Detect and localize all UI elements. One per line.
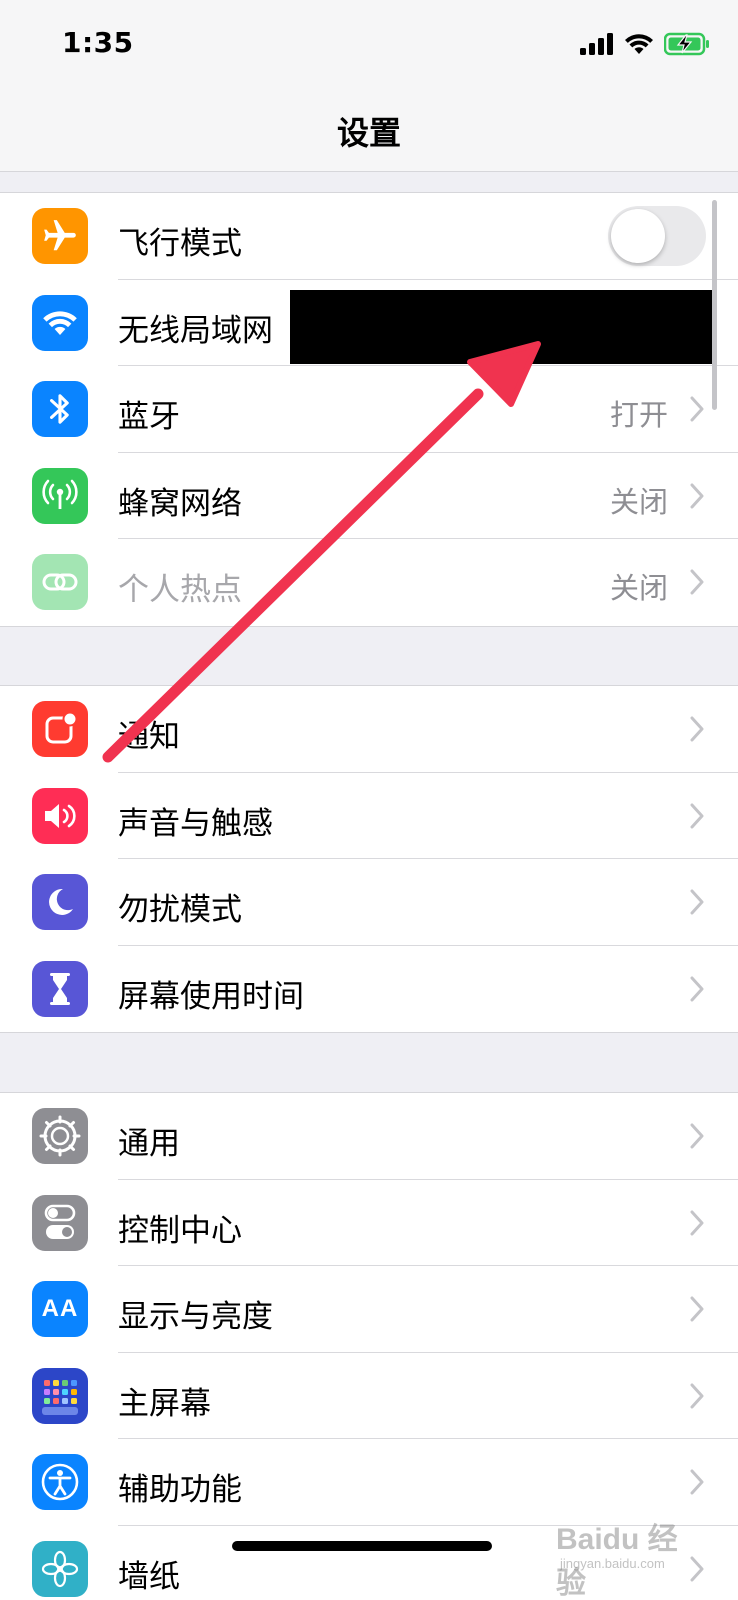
row-bluetooth[interactable]: 蓝牙 打开: [0, 366, 738, 453]
redaction-box: [290, 290, 714, 364]
row-label: 蓝牙: [118, 399, 180, 435]
toggle-knob: [611, 209, 665, 263]
row-label: 控制中心: [118, 1212, 242, 1249]
row-label: 声音与触感: [118, 805, 273, 842]
wifi-status-icon: [625, 34, 653, 54]
home-indicator: [232, 1541, 492, 1551]
row-value: 关闭: [609, 484, 668, 519]
hotspot-icon: [32, 554, 88, 610]
row-label: 飞行模式: [118, 226, 242, 262]
chevron-right-icon: [690, 716, 704, 742]
row-label: 无线局域网: [118, 312, 273, 349]
airplane-icon: [32, 208, 88, 264]
chevron-right-icon: [690, 889, 704, 915]
row-label: 屏幕使用时间: [118, 978, 304, 1015]
chevron-right-icon: [690, 803, 704, 828]
chevron-right-icon: [690, 1123, 704, 1149]
wallpaper-icon: [32, 1540, 88, 1597]
home-screen-icon: [32, 1367, 88, 1424]
row-screen-time[interactable]: 屏幕使用时间: [0, 946, 738, 1033]
airplane-mode-toggle[interactable]: [608, 206, 706, 266]
row-label: 通知: [118, 719, 180, 755]
status-icons: [580, 32, 710, 56]
row-label: 勿扰模式: [118, 892, 242, 928]
row-value: 关闭: [609, 571, 668, 605]
row-sounds-haptics[interactable]: 声音与触感: [0, 773, 738, 859]
watermark: Baidu 经验 jingyan.baidu.com: [556, 1500, 706, 1600]
row-display-brightness[interactable]: AA 显示与亮度: [0, 1266, 738, 1353]
settings-group-connectivity: 飞行模式 无线局域网 蓝牙 打开 蜂窝网络 关闭 个人热点 关闭: [0, 192, 738, 627]
chevron-right-icon: [690, 1469, 704, 1495]
chevron-right-icon: [690, 569, 704, 595]
cellular-icon: [32, 467, 88, 524]
page-title: 设置: [336, 114, 401, 152]
settings-group-notifications: 通知 声音与触感 勿扰模式 屏幕使用时间: [0, 685, 738, 1033]
chevron-right-icon: [690, 1296, 704, 1322]
text-size-glyph: AA: [41, 1295, 79, 1322]
signal-icon: [580, 33, 613, 55]
row-value: 打开: [609, 398, 668, 432]
sound-icon: [32, 787, 88, 844]
status-time: 1:35: [62, 26, 134, 59]
row-do-not-disturb[interactable]: 勿扰模式: [0, 859, 738, 946]
row-label: 通用: [118, 1126, 180, 1162]
text-size-icon: AA: [32, 1281, 88, 1337]
row-home-screen[interactable]: 主屏幕: [0, 1353, 738, 1439]
row-airplane-mode[interactable]: 飞行模式: [0, 193, 738, 280]
chevron-right-icon: [690, 1210, 704, 1235]
row-label: 个人热点: [118, 572, 242, 608]
watermark-subtext: jingyan.baidu.com: [560, 1556, 665, 1571]
chevron-right-icon: [690, 976, 704, 1001]
battery-charging-icon: [664, 32, 709, 56]
gear-icon: [32, 1108, 88, 1164]
notifications-icon: [32, 701, 88, 757]
moon-icon: [32, 874, 88, 930]
row-label: 主屏幕: [118, 1385, 211, 1422]
row-label: 蜂窝网络: [118, 485, 242, 522]
status-bar: 1:35: [0, 0, 738, 90]
wifi-icon: [32, 294, 88, 351]
hourglass-icon: [32, 960, 88, 1017]
nav-bar: 设置: [0, 90, 738, 172]
row-label: 辅助功能: [118, 1472, 242, 1508]
row-personal-hotspot[interactable]: 个人热点 关闭: [0, 539, 738, 626]
row-label: 墙纸: [118, 1558, 180, 1595]
accessibility-icon: [32, 1454, 88, 1510]
row-label: 显示与亮度: [118, 1299, 273, 1335]
chevron-right-icon: [690, 1383, 704, 1408]
row-control-center[interactable]: 控制中心: [0, 1180, 738, 1266]
chevron-right-icon: [690, 483, 704, 508]
row-cellular[interactable]: 蜂窝网络 关闭: [0, 453, 738, 539]
chevron-right-icon: [690, 396, 704, 422]
row-notifications[interactable]: 通知: [0, 686, 738, 773]
scroll-indicator: [712, 200, 717, 410]
row-general[interactable]: 通用: [0, 1093, 738, 1180]
bluetooth-icon: [32, 381, 88, 437]
toggles-icon: [32, 1194, 88, 1251]
